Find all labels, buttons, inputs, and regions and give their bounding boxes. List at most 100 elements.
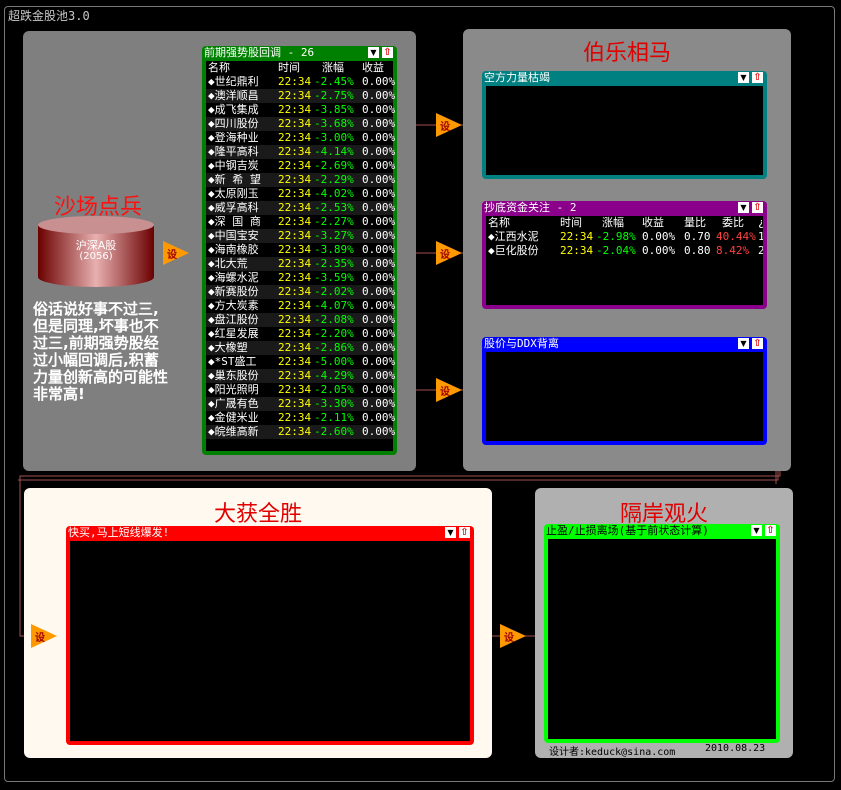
table-row[interactable]: ◆世纪鼎利 22:34 -2.45% 0.00% — [206, 75, 395, 89]
col-return[interactable]: 收益 — [362, 61, 384, 75]
table-row[interactable]: ◆巢东股份 22:34 -4.29% 0.00% — [206, 369, 395, 383]
window-kuaimai-header[interactable]: 快买,马上短线爆发! — [66, 526, 474, 540]
table-row[interactable]: ◆阳光照明 22:34 -2.05% 0.00% — [206, 383, 395, 397]
window-ddx[interactable]: 股价与DDX背离 ▼ ⇧ — [482, 337, 767, 445]
filter-node-db[interactable]: 设 — [163, 241, 189, 265]
table-row[interactable]: ◆方大炭素 22:34 -4.07% 0.00% — [206, 299, 395, 313]
cell-name: ◆四川股份 — [208, 117, 259, 130]
filter-node-ddx[interactable]: 设 — [436, 378, 462, 402]
cell-time: 22:34 — [278, 103, 312, 116]
cell-time: 22:34 — [278, 271, 312, 284]
cell-bid-ratio: 8.42% — [716, 244, 750, 257]
table-row[interactable]: ◆海南橡胶 22:34 -3.89% 0.00% — [206, 243, 395, 257]
table-row[interactable]: ◆红星发展 22:34 -2.20% 0.00% — [206, 327, 395, 341]
col-change[interactable]: 涨幅 — [602, 216, 624, 230]
cell-change: -2.02% — [314, 285, 354, 298]
window-ddx-header[interactable]: 股价与DDX背离 — [482, 337, 767, 351]
table-row[interactable]: ◆隆平高科 22:34 -4.14% 0.00% — [206, 145, 395, 159]
cell-name: ◆世纪鼎利 — [208, 75, 259, 88]
filter-icon[interactable]: ▼ — [738, 338, 749, 349]
cell-change: -2.75% — [314, 89, 354, 102]
chaodi-table-body: 名称 时间 涨幅 收益 量比 委比 ¿ ◆江西水泥 22:34-2.98% 0.00… — [486, 216, 763, 305]
col-change[interactable]: 涨幅 — [322, 61, 344, 75]
cell-time: 22:34 — [278, 355, 312, 368]
cell-change: -4.07% — [314, 299, 354, 312]
col-bid-ratio[interactable]: 委比 — [722, 216, 744, 230]
filter-node-chaodi[interactable]: 设 — [436, 241, 462, 265]
window-chaodi[interactable]: 抄底资金关注 - 2 ▼ ⇧ 名称 时间 涨幅 收益 量比 委比 ¿ ◆江西水泥… — [482, 201, 767, 309]
col-name[interactable]: 名称 — [208, 61, 230, 75]
saying-line: 过三,前期强势股经 — [33, 334, 159, 352]
col-return[interactable]: 收益 — [642, 216, 664, 230]
saying-line: 非常高! — [33, 385, 85, 403]
table-row[interactable]: ◆*ST盛工 22:34 -5.00% 0.00% — [206, 355, 395, 369]
up-arrow-icon[interactable]: ⇧ — [382, 47, 393, 58]
cell-name: ◆*ST盛工 — [208, 355, 257, 368]
cell-name: ◆大橡塑 — [208, 341, 248, 354]
table-row[interactable]: ◆太原刚玉 22:34 -4.02% 0.00% — [206, 187, 395, 201]
cell-return: 0.00% — [362, 103, 396, 116]
table-row[interactable]: ◆巨化股份 22:34 -2.04% 0.00% 0.80 8.42% 2 — [486, 244, 763, 258]
up-arrow-icon[interactable]: ⇧ — [752, 338, 763, 349]
cell-name: ◆太原刚玉 — [208, 187, 259, 200]
filter-node-zhiying[interactable]: 设 — [500, 624, 526, 648]
table-row[interactable]: ◆北大荒 22:34 -2.35% 0.00% — [206, 257, 395, 271]
table-row[interactable]: ◆新 希 望 22:34 -2.29% 0.00% — [206, 173, 395, 187]
cell-time: 22:34 — [278, 159, 312, 172]
cell-time: 22:34 — [560, 230, 594, 243]
cell-change: -2.86% — [314, 341, 354, 354]
cell-return: 0.00% — [642, 244, 676, 257]
window-chaodi-header[interactable]: 抄底资金关注 - 2 — [482, 201, 767, 215]
filter-icon[interactable]: ▼ — [738, 72, 749, 83]
filter-icon[interactable]: ▼ — [368, 47, 379, 58]
cell-return: 0.00% — [362, 425, 396, 438]
table-row[interactable]: ◆澳洋顺昌 22:34 -2.75% 0.00% — [206, 89, 395, 103]
col-volume-ratio[interactable]: 量比 — [684, 216, 706, 230]
col-name[interactable]: 名称 — [488, 216, 510, 230]
table-row[interactable]: ◆盘江股份 22:34 -2.08% 0.00% — [206, 313, 395, 327]
table-row[interactable]: ◆大橡塑 22:34 -2.86% 0.00% — [206, 341, 395, 355]
window-kuaimai[interactable]: 快买,马上短线爆发! ▼ ⇧ — [66, 526, 474, 745]
filter-icon[interactable]: ▼ — [445, 527, 456, 538]
up-arrow-icon[interactable]: ⇧ — [765, 525, 776, 536]
filter-node-kuaimai[interactable]: 设 — [31, 624, 57, 648]
up-arrow-icon[interactable]: ⇧ — [752, 72, 763, 83]
table-row[interactable]: ◆皖维高新 22:34 -2.60% 0.00% — [206, 425, 396, 439]
table-row[interactable]: ◆金健米业 22:34 -2.11% 0.00% — [206, 411, 395, 425]
table-row[interactable]: ◆海螺水泥 22:34 -3.59% 0.00% — [206, 271, 396, 285]
window-zhiying[interactable]: 止盈/止损离场(基于前状态计算) ▼ ⇧ — [544, 524, 780, 743]
cell-change: -2.08% — [314, 313, 354, 326]
table-row[interactable]: ◆新赛股份 22:34 -2.02% 0.00% — [206, 285, 395, 299]
cell-change: -2.04% — [596, 244, 636, 257]
window-kong-header[interactable]: 空方力量枯竭 — [482, 71, 767, 85]
filter-node-kong[interactable]: 设 — [436, 113, 462, 137]
window-zhiying-header[interactable]: 止盈/止损离场(基于前状态计算) — [544, 524, 780, 538]
cell-change: -5.00% — [314, 355, 354, 368]
cell-change: -2.20% — [314, 327, 354, 340]
table-row[interactable]: ◆深 国 商 22:34 -2.27% 0.00% — [206, 215, 395, 229]
col-time[interactable]: 时间 — [560, 216, 582, 230]
up-arrow-icon[interactable]: ⇧ — [459, 527, 470, 538]
window-kong[interactable]: 空方力量枯竭 ▼ ⇧ — [482, 71, 767, 179]
filter-icon[interactable]: ▼ — [751, 525, 762, 536]
col-time[interactable]: 时间 — [278, 61, 300, 75]
table-row[interactable]: ◆中国宝安 22:34 -3.27% 0.00% — [206, 229, 395, 243]
table-row[interactable]: ◆登海种业 22:34 -3.00% 0.00% — [206, 131, 395, 145]
filter-icon[interactable]: ▼ — [738, 202, 749, 213]
cell-change: -2.05% — [314, 383, 354, 396]
col-extra[interactable]: ¿ — [758, 216, 763, 230]
cell-name: ◆盘江股份 — [208, 313, 259, 326]
table-row[interactable]: ◆广晟有色 22:34 -3.30% 0.00% — [206, 397, 395, 411]
cell-return: 0.00% — [362, 271, 396, 284]
table-row[interactable]: ◆威孚高科 22:34 -2.53% 0.00% — [206, 201, 395, 215]
table-row[interactable]: ◆中钢吉炭 22:34 -2.69% 0.00% — [206, 159, 395, 173]
table-row[interactable]: ◆江西水泥 22:34 -2.98% 0.00% 0.70 40.44% 1 — [486, 230, 763, 244]
release-date: 2010.08.23 — [705, 743, 766, 754]
up-arrow-icon[interactable]: ⇧ — [752, 202, 763, 213]
table-row[interactable]: ◆成飞集成 22:34 -3.85% 0.00% — [206, 103, 396, 117]
cell-change: -4.02% — [314, 187, 354, 200]
database-count: (2056) — [79, 251, 113, 262]
window-main-table[interactable]: 前期强势股回调 - 26 ▼ ⇧ 名称 时间 涨幅 收益 ◆世纪鼎利 22:34-… — [202, 46, 397, 455]
cell-time: 22:34 — [278, 411, 312, 424]
table-row[interactable]: ◆四川股份 22:34 -3.68% 0.00% — [206, 117, 395, 131]
